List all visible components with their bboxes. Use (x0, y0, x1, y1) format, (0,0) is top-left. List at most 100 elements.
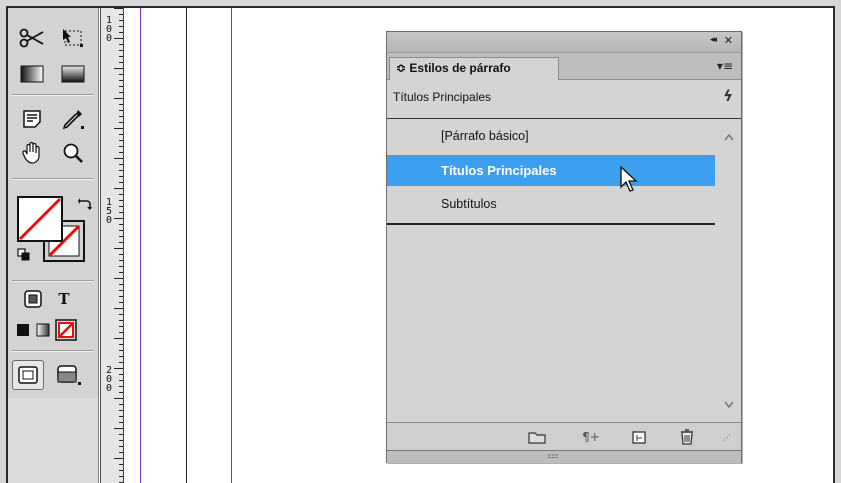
note-icon[interactable] (18, 106, 46, 132)
ruler-tick (119, 242, 123, 243)
list-item[interactable]: Subtítulos (387, 189, 715, 220)
clear-overrides-icon[interactable]: ¶+ (581, 427, 601, 447)
new-style-icon[interactable] (629, 427, 649, 447)
toolbox-divider (12, 95, 94, 96)
folder-icon[interactable] (527, 427, 547, 447)
toolbox-divider (12, 179, 94, 180)
ruler-label-150: 1 5 0 (105, 197, 113, 226)
ruler-tick (119, 452, 123, 453)
ruler-tick (114, 38, 123, 39)
ruler-tick (119, 86, 123, 87)
ruler-tick (119, 212, 123, 213)
toolbox-empty-area (8, 398, 98, 483)
zoom-icon[interactable] (58, 140, 88, 166)
ruler-label-100: 1 0 0 (105, 15, 113, 44)
ruler-tick (119, 146, 123, 147)
free-transform-icon[interactable] (58, 26, 88, 50)
toolbox-divider (12, 281, 94, 282)
column-guide (231, 8, 232, 483)
delete-style-icon[interactable] (677, 427, 697, 447)
ruler-tick (119, 392, 123, 393)
ruler-tick (119, 254, 123, 255)
ruler-tick (119, 80, 123, 81)
hand-icon[interactable] (18, 140, 46, 166)
margin-guide (140, 8, 141, 483)
ruler-tick (119, 56, 123, 57)
format-text-icon[interactable]: T (52, 288, 76, 310)
ruler-tick (119, 422, 123, 423)
ruler-tick (119, 410, 123, 411)
gradient-feather-icon[interactable] (58, 63, 88, 85)
ruler-tick (114, 8, 123, 9)
ruler-tick (119, 326, 123, 327)
ruler-tick (114, 218, 123, 219)
ruler-tick (119, 14, 123, 15)
ruler-tick (114, 98, 123, 99)
ruler-tick (119, 230, 123, 231)
tab-paragraph-styles[interactable]: ≎ Estilos de párrafo (389, 57, 559, 80)
ruler-tick (119, 134, 123, 135)
scroll-down-icon[interactable] (724, 401, 734, 409)
gradient-swatch-icon[interactable] (18, 63, 46, 85)
normal-view-icon[interactable] (12, 360, 44, 390)
scroll-up-icon[interactable] (724, 133, 734, 141)
ruler-tick (119, 110, 123, 111)
paragraph-styles-panel: ◂◂ ✕ ≎ Estilos de párrafo ▾≡ Títulos Pri… (386, 31, 742, 463)
ruler-tick (119, 122, 123, 123)
ruler-tick (119, 20, 123, 21)
current-style-bar: Títulos Principales ϟ (387, 80, 741, 119)
ruler-tick (114, 158, 123, 159)
ruler-tick (114, 248, 123, 249)
ruler-tick (119, 74, 123, 75)
panel-title-bar[interactable]: ◂◂ ✕ (387, 32, 741, 53)
styles-scrollbar[interactable] (717, 119, 741, 422)
vertical-ruler[interactable]: 1 0 0 1 5 0 2 0 0 (100, 8, 124, 483)
swap-icon[interactable] (76, 194, 94, 214)
panel-tab-row: ≎ Estilos de párrafo ▾≡ (387, 53, 741, 80)
ruler-tick (119, 332, 123, 333)
style-group-divider (387, 223, 715, 225)
ruler-tick (119, 476, 123, 477)
ruler-tick (119, 386, 123, 387)
apply-none-icon[interactable] (54, 318, 78, 342)
ruler-tick (119, 260, 123, 261)
resize-grip-icon[interactable]: ⋰ (717, 427, 737, 447)
ruler-tick (119, 182, 123, 183)
close-panel-button[interactable]: ✕ (724, 34, 733, 47)
ruler-tick (119, 92, 123, 93)
current-style-name: Títulos Principales (393, 90, 492, 104)
toolbox-divider (12, 351, 94, 352)
ruler-tick (114, 458, 123, 459)
preview-mode-icon[interactable] (52, 360, 86, 390)
apply-color-icon[interactable] (14, 320, 32, 340)
panel-menu-icon[interactable]: ▾≡ (717, 59, 733, 73)
ruler-tick (119, 32, 123, 33)
ruler-tick (119, 416, 123, 417)
list-item-selected[interactable]: Títulos Principales (387, 155, 715, 186)
ruler-label-200: 2 0 0 (105, 365, 113, 394)
ruler-tick (119, 266, 123, 267)
ruler-tick (114, 308, 123, 309)
scissors-icon[interactable] (18, 26, 46, 50)
eyedropper-icon[interactable] (58, 106, 88, 132)
apply-gradient-icon[interactable] (34, 320, 52, 340)
panel-resize-bar[interactable]: :::::::: (387, 450, 741, 463)
ruler-tick (119, 290, 123, 291)
ruler-tick (119, 176, 123, 177)
ruler-tick (119, 356, 123, 357)
ruler-tick (119, 170, 123, 171)
ruler-tick (119, 296, 123, 297)
page-edge (186, 8, 187, 483)
ruler-tick (114, 398, 123, 399)
ruler-tick (119, 440, 123, 441)
ruler-tick (119, 224, 123, 225)
collapse-panel-button[interactable]: ◂◂ (710, 35, 717, 45)
format-container-icon[interactable] (22, 288, 44, 310)
ruler-tick (119, 314, 123, 315)
ruler-tick (119, 302, 123, 303)
new-style-from-selection-icon[interactable]: ϟ (723, 87, 733, 105)
resize-handle: :::::::: (547, 452, 559, 460)
ruler-tick (119, 350, 123, 351)
mouse-pointer-icon (620, 166, 638, 192)
list-item[interactable]: [Párrafo básico] (387, 121, 715, 152)
